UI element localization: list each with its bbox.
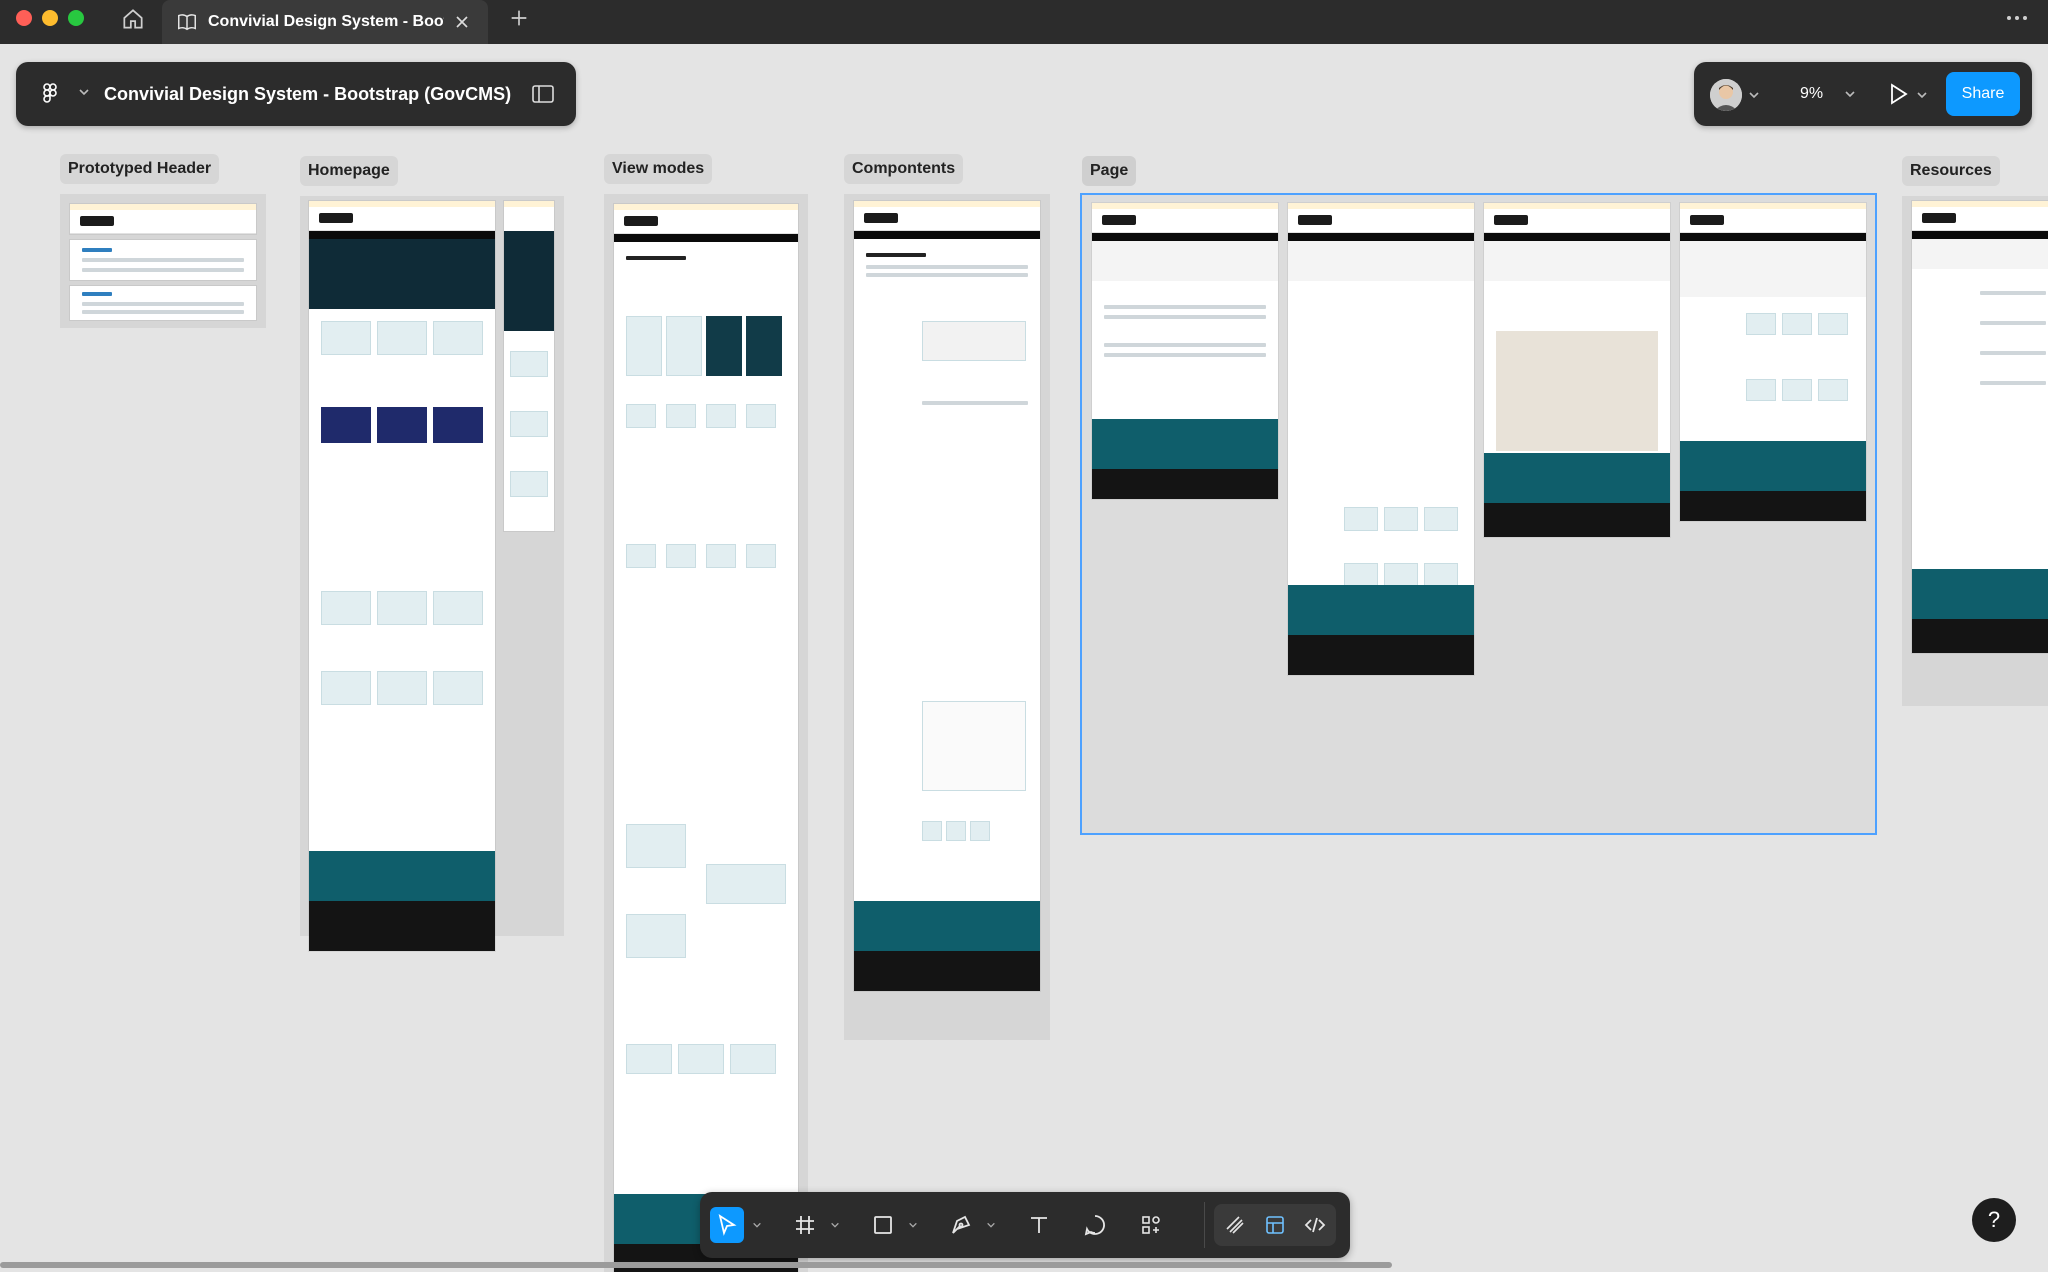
present-play-icon[interactable] [1886,81,1910,107]
close-icon[interactable] [452,12,472,32]
chevron-down-icon[interactable] [752,1220,762,1230]
frame-homepage-desktop[interactable] [309,201,495,951]
file-title[interactable]: Convivial Design System - Bootstrap (Gov… [104,84,511,105]
help-button[interactable]: ? [1972,1198,2016,1242]
window-tab-bar: Convivial Design System - Bootstrap (Gov… [0,0,2048,44]
window-minimize-button[interactable] [42,10,58,26]
section-label-components[interactable]: Compontents [844,154,964,184]
frame-fancy-header[interactable] [1680,203,1866,521]
file-tab[interactable]: Convivial Design System - Bootstrap (Gov… [162,0,488,44]
design-mode-icon[interactable] [1258,1207,1292,1243]
frame-header-docs[interactable] [70,286,256,320]
share-button[interactable]: Share [1946,72,2020,116]
zoom-control[interactable]: 9% [1782,79,1866,109]
plus-icon[interactable] [508,7,530,29]
tools-toolbar [700,1192,1350,1258]
section-homepage[interactable] [300,196,564,951]
frame-header-desktop[interactable] [70,204,256,234]
frame-components[interactable] [854,201,1040,991]
canvas[interactable]: Prototyped Header Homepage View modes Co… [0,44,2048,1272]
frame-view-modes[interactable] [614,204,798,1272]
toolbar-divider [1204,1202,1205,1248]
cursor-arrow-icon[interactable] [710,1207,744,1243]
components-grid-icon[interactable] [1134,1207,1168,1243]
chevron-down-icon[interactable] [78,86,90,98]
chevron-down-icon[interactable] [908,1220,918,1230]
text-T-icon[interactable] [1022,1207,1056,1243]
speech-bubble-icon[interactable] [1078,1207,1112,1243]
hash-frame-icon[interactable] [788,1207,822,1243]
frame-homepage-mobile[interactable] [504,201,554,531]
frame-header-features[interactable] [70,240,256,280]
section-components[interactable] [844,194,1050,1040]
avatar[interactable] [1710,79,1742,111]
frame-contact[interactable] [1484,203,1670,537]
section-label-resources[interactable]: Resources [1902,156,2000,186]
section-label-page[interactable]: Page [1082,156,1137,186]
code-brackets-icon[interactable] [1298,1207,1332,1243]
frame-about[interactable] [1092,203,1278,499]
section-resources[interactable] [1902,196,2048,706]
chevron-down-icon[interactable] [1916,89,1928,101]
rectangle-icon[interactable] [866,1207,900,1243]
more-menu-icon[interactable] [2004,8,2030,28]
chevron-down-icon[interactable] [986,1220,996,1230]
window-close-button[interactable] [16,10,32,26]
mode-switcher [1214,1204,1336,1246]
horizontal-scrollbar[interactable] [0,1262,1392,1268]
chevron-down-icon [1844,88,1856,100]
tab-title: Convivial Design System - Bootstrap (Gov… [208,13,444,30]
share-toolbar: 9% Share [1694,62,2032,126]
file-toolbar: Convivial Design System - Bootstrap (Gov… [16,62,576,126]
window-maximize-button[interactable] [68,10,84,26]
chevron-down-icon[interactable] [1748,89,1760,101]
section-page[interactable] [1080,193,1877,835]
frame-resources[interactable] [1912,201,2048,653]
home-icon[interactable] [120,6,146,32]
chevron-down-icon[interactable] [830,1220,840,1230]
section-label-homepage[interactable]: Homepage [300,156,398,186]
section-label-prototyped-header[interactable]: Prototyped Header [60,154,220,184]
pencil-draw-icon[interactable] [1218,1207,1252,1243]
sidebar-toggle-icon[interactable] [530,82,556,106]
frame-features[interactable] [1288,203,1474,675]
pen-icon[interactable] [944,1207,978,1243]
section-prototyped-header[interactable] [60,194,266,328]
zoom-value: 9% [1800,85,1824,102]
section-view-modes[interactable] [604,194,808,1272]
book-icon [176,11,198,33]
figma-logo-icon[interactable] [38,82,62,106]
section-label-view-modes[interactable]: View modes [604,154,713,184]
